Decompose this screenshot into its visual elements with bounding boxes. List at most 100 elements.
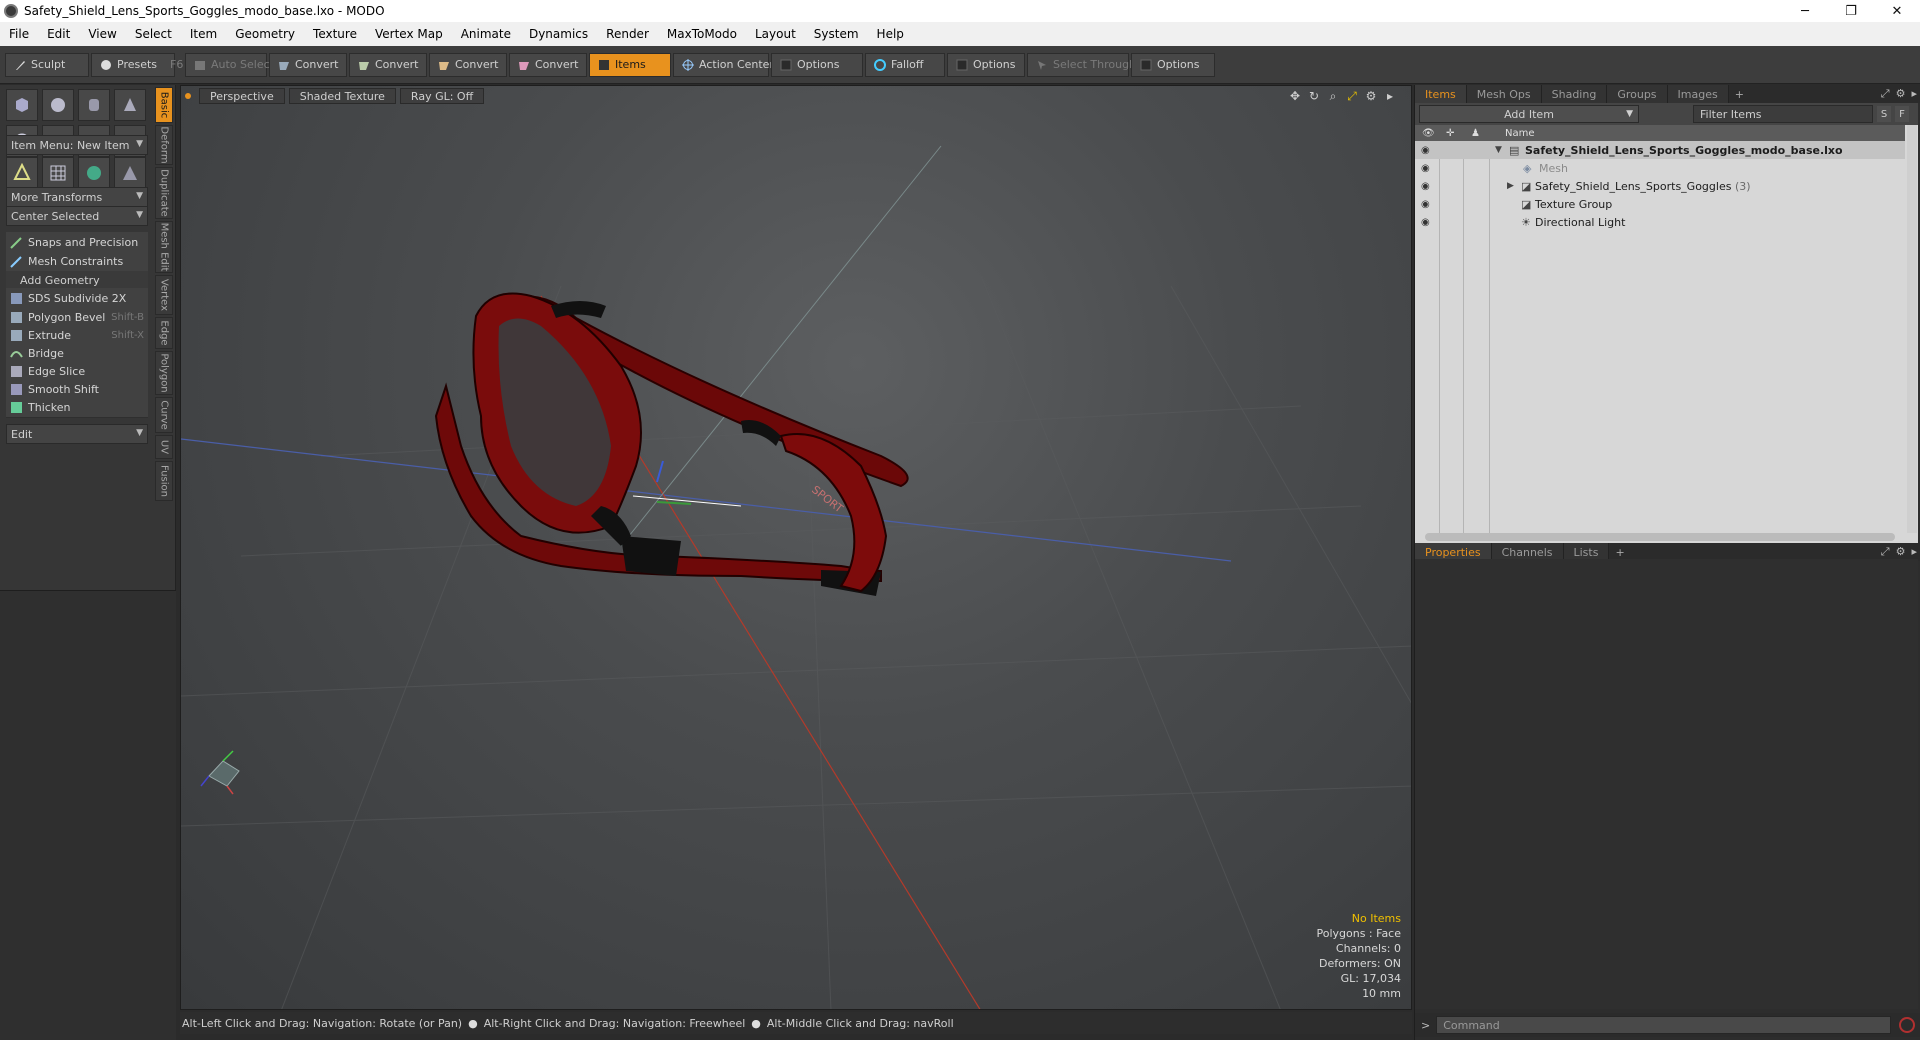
tree-row-scene[interactable]: ◉ ▼ ▤ Safety_Shield_Lens_Sports_Goggles_… [1415,141,1905,159]
items-mode-button[interactable]: Items [589,52,671,77]
tab-groups[interactable]: Groups [1607,85,1668,103]
menu-help[interactable]: Help [868,27,913,41]
menu-file[interactable]: File [0,27,38,41]
render-column-icon[interactable]: ♟ [1471,128,1480,139]
grid-tool-button[interactable] [42,157,74,189]
menu-arrow-icon[interactable]: ▸ [1911,545,1917,559]
tab-uv[interactable]: UV [155,435,173,459]
edit-dropdown[interactable]: Edit ▼ [6,424,148,444]
falloff-button[interactable]: Falloff [865,52,945,77]
transform-tool-button[interactable] [6,157,38,189]
sds-subdivide-button[interactable]: SDS Subdivide 2X [6,288,148,309]
eye-icon[interactable]: ◉ [1421,145,1430,156]
menu-vertex-map[interactable]: Vertex Map [366,27,452,41]
view-type-button[interactable]: Perspective [199,88,285,104]
stop-icon[interactable] [1899,1017,1916,1033]
menu-animate[interactable]: Animate [452,27,520,41]
tab-items[interactable]: Items [1415,85,1467,103]
tab-mesh-ops[interactable]: Mesh Ops [1466,85,1542,103]
select-through-options-button[interactable]: Options [1131,52,1215,77]
more-transforms-dropdown[interactable]: More Transforms ▼ [6,187,148,207]
menu-item[interactable]: Item [181,27,226,41]
expand-arrow-icon[interactable]: ▼ [1495,145,1502,155]
globe-tool-button[interactable] [78,157,110,189]
close-button[interactable]: ✕ [1874,0,1920,22]
sculpt-button[interactable]: Sculpt [5,52,89,77]
play-icon[interactable]: ▸ [1383,89,1397,103]
convert-vertices-button[interactable]: Convert [269,52,347,77]
filter-items-input[interactable]: Filter Items [1693,105,1873,123]
add-tab-icon[interactable]: + [1609,546,1630,559]
menu-layout[interactable]: Layout [746,27,805,41]
eye-icon[interactable]: ◉ [1421,181,1430,192]
menu-geometry[interactable]: Geometry [226,27,304,41]
center-selected-dropdown[interactable]: Center Selected ▼ [6,206,148,226]
tab-edge[interactable]: Edge [155,317,173,349]
tree-row-directional-light[interactable]: ◉ ☀ Directional Light [1415,213,1905,231]
thicken-button[interactable]: Thicken [6,397,148,418]
name-column-header[interactable]: Name [1505,128,1535,139]
convert-polygons-button[interactable]: Convert [429,52,507,77]
pan-icon[interactable]: ✥ [1288,89,1302,103]
filter-s-button[interactable]: S [1877,106,1891,122]
tab-mesh-edit[interactable]: Mesh Edit [155,221,173,273]
ray-gl-button[interactable]: Ray GL: Off [399,88,485,104]
command-input[interactable]: Command [1436,1016,1892,1034]
gear-icon[interactable]: ⚙ [1896,545,1906,559]
convert-materials-button[interactable]: Convert [509,52,587,77]
tab-deform[interactable]: Deform [155,125,173,165]
expand-icon[interactable]: ⤢ [1881,545,1890,559]
snaps-and-precision-button[interactable]: Snaps and Precision [6,232,148,253]
menu-view[interactable]: View [79,27,125,41]
mesh-tool-button[interactable] [114,157,146,189]
tab-duplicate[interactable]: Duplicate [155,167,173,219]
menu-dynamics[interactable]: Dynamics [520,27,597,41]
falloff-options-button[interactable]: Options [947,52,1025,77]
expand-arrow-icon[interactable]: ▶ [1507,181,1514,191]
cube-primitive-button[interactable] [6,89,38,121]
tab-vertex[interactable]: Vertex [155,275,173,315]
item-menu-dropdown[interactable]: Item Menu: New Item ▼ [6,135,148,155]
menu-texture[interactable]: Texture [304,27,366,41]
tree-row-goggles[interactable]: ◉ ▶ ◪ Safety_Shield_Lens_Sports_Goggles … [1415,177,1905,195]
tree-row-mesh[interactable]: ◉ ◈ Mesh [1415,159,1905,177]
select-through-button[interactable]: Select Through [1027,52,1136,77]
zoom-icon[interactable]: ⌕ [1326,89,1340,103]
add-item-button[interactable]: Add Item ▼ [1419,105,1639,123]
tab-basic[interactable]: Basic [155,87,173,123]
menu-system[interactable]: System [805,27,868,41]
cylinder-primitive-button[interactable] [78,89,110,121]
gear-icon[interactable]: ⚙ [1364,89,1378,103]
gear-icon[interactable]: ⚙ [1896,87,1906,101]
mesh-constraints-button[interactable]: Mesh Constraints [6,251,148,272]
tab-polygon[interactable]: Polygon [155,351,173,395]
tab-shading[interactable]: Shading [1541,85,1608,103]
item-list-hscroll[interactable] [1425,533,1895,541]
convert-edges-button[interactable]: Convert [349,52,427,77]
auto-select-button[interactable]: Auto Select [185,52,274,77]
eye-icon[interactable]: ◉ [1421,199,1430,210]
presets-button[interactable]: Presets F6 [91,52,183,77]
eye-icon[interactable]: ◉ [1421,163,1430,174]
menu-arrow-icon[interactable]: ▸ [1911,87,1917,101]
rotate-icon[interactable]: ↻ [1307,89,1321,103]
add-tab-icon[interactable]: + [1729,88,1750,101]
menu-render[interactable]: Render [597,27,658,41]
action-center-button[interactable]: Action Center [673,52,774,77]
visibility-column-icon[interactable]: 👁 [1422,128,1435,139]
tree-row-texture-group[interactable]: ◉ ◪ Texture Group [1415,195,1905,213]
lock-column-icon[interactable]: ✛ [1446,128,1454,139]
menu-select[interactable]: Select [126,27,181,41]
cone-primitive-button[interactable] [114,89,146,121]
expand-icon[interactable]: ⤢ [1881,87,1890,101]
3d-viewport[interactable]: SPORT Perspective Shaded Texture Ray GL:… [180,85,1412,1010]
maximize-button[interactable]: ❐ [1828,0,1874,22]
minimize-button[interactable]: ─ [1782,0,1828,22]
item-list-vscroll[interactable] [1907,125,1917,533]
tab-images[interactable]: Images [1667,85,1729,103]
fit-icon[interactable]: ⤢ [1345,89,1359,103]
action-center-options-button[interactable]: Options [771,52,863,77]
eye-icon[interactable]: ◉ [1421,217,1430,228]
shading-mode-button[interactable]: Shaded Texture [288,88,396,104]
menu-edit[interactable]: Edit [38,27,79,41]
